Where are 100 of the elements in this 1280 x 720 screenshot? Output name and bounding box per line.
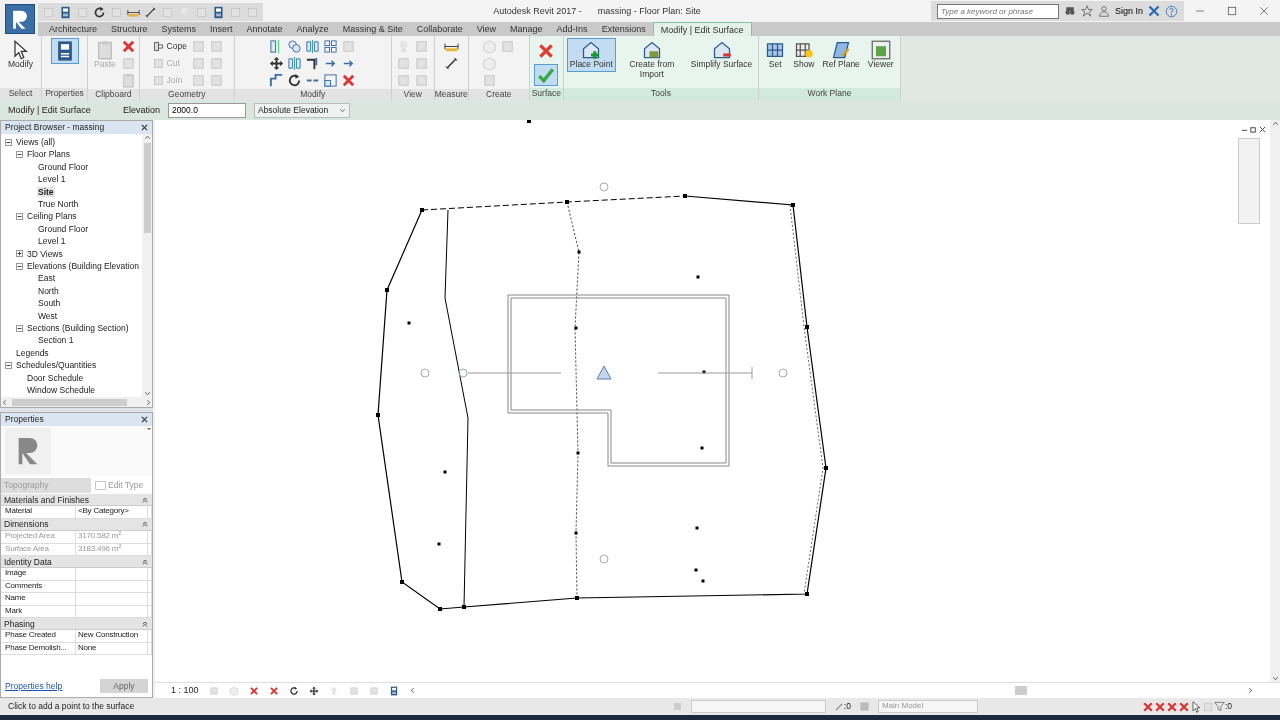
tree-item[interactable]: 3D Views xyxy=(26,248,64,259)
apply-button[interactable]: Apply xyxy=(100,679,148,693)
ribbon-tab[interactable]: View xyxy=(469,22,504,36)
workset-field[interactable] xyxy=(690,700,826,713)
ribbon-tab[interactable]: Collaborate xyxy=(409,22,470,36)
star-icon[interactable] xyxy=(1080,5,1093,17)
editable-icon[interactable] xyxy=(833,701,844,712)
selection-option-icon[interactable] xyxy=(1189,700,1202,713)
ribbon-tab[interactable]: Systems xyxy=(154,22,204,36)
tree-item[interactable]: Floor Plans xyxy=(26,149,71,160)
scroll-down-icon[interactable] xyxy=(143,390,151,397)
scroll-up-icon[interactable] xyxy=(1271,120,1279,127)
close-icon[interactable] xyxy=(141,416,148,423)
ribbon-tab[interactable]: Manage xyxy=(503,22,550,36)
tool-button[interactable]: Set xyxy=(762,38,789,72)
exchange-icon[interactable] xyxy=(1148,5,1160,17)
view-control-icon[interactable] xyxy=(308,685,319,696)
scrollbar-thumb[interactable] xyxy=(143,143,151,233)
elevation-dropdown[interactable]: Absolute Elevation xyxy=(253,102,350,118)
user-icon[interactable] xyxy=(1097,5,1110,17)
scrollbar-thumb[interactable] xyxy=(12,398,127,406)
tool-button[interactable] xyxy=(50,38,79,64)
selection-option-icon[interactable] xyxy=(1165,700,1178,713)
restore-icon[interactable] xyxy=(1250,126,1257,133)
tree-item[interactable]: Schedules/Quantities xyxy=(15,360,98,371)
tree-item[interactable]: Level 1 xyxy=(37,236,67,247)
tree-item[interactable]: Section 1 xyxy=(37,335,75,346)
scale-label[interactable]: 1 : 100 xyxy=(171,685,199,696)
collapse-toggle[interactable] xyxy=(16,262,23,270)
tree-item[interactable]: Sections (Building Section) xyxy=(26,322,130,334)
ribbon-tab[interactable]: Annotate xyxy=(239,22,290,36)
ribbon-tab[interactable]: Extensions xyxy=(594,22,653,36)
elevation-field[interactable]: 2000.0 xyxy=(167,102,246,118)
tool-button[interactable]: Show xyxy=(790,38,818,72)
ribbon-tab[interactable]: Structure xyxy=(104,22,155,36)
tree-item[interactable]: Level 1 xyxy=(37,174,67,185)
ribbon-tab[interactable]: Analyze xyxy=(289,22,336,36)
tree-item[interactable]: West xyxy=(37,310,59,321)
tree-item[interactable]: Window Schedule xyxy=(26,384,97,396)
binoculars-icon[interactable] xyxy=(1063,5,1076,17)
collapse-icon[interactable] xyxy=(142,521,148,528)
tree-item[interactable]: Site xyxy=(37,186,55,197)
filter-icon[interactable] xyxy=(1213,701,1225,712)
undo-icon[interactable] xyxy=(93,5,106,19)
scroll-left-icon[interactable] xyxy=(1,398,8,406)
selection-option-icon[interactable] xyxy=(1141,700,1154,713)
application-menu-button[interactable] xyxy=(5,4,35,34)
tool-button[interactable]: Viewer xyxy=(864,38,897,72)
scroll-down-icon[interactable] xyxy=(1271,675,1279,682)
view-control-icon[interactable] xyxy=(288,685,299,696)
help-icon[interactable] xyxy=(1165,4,1178,18)
tool-button[interactable]: Cope xyxy=(149,38,189,55)
tool-button[interactable]: Create from Import xyxy=(617,38,686,82)
collapse-icon[interactable] xyxy=(142,558,148,565)
tool-button[interactable]: Place Point xyxy=(566,38,616,72)
sign-in-button[interactable]: Sign In xyxy=(1114,1,1143,21)
property-name: Projected Area xyxy=(1,531,76,543)
scrollbar-thumb[interactable] xyxy=(1015,686,1028,695)
collapse-toggle[interactable] xyxy=(16,213,23,221)
tool-button[interactable]: Modify xyxy=(4,38,36,72)
view-control-icon[interactable] xyxy=(388,685,399,696)
tree-item[interactable]: East xyxy=(37,273,56,284)
close-icon[interactable] xyxy=(1259,126,1266,133)
collapse-icon[interactable] xyxy=(142,620,148,627)
tool-button[interactable]: Ref Plane xyxy=(819,38,863,72)
tree-item[interactable]: Elevations (Building Elevation xyxy=(26,261,140,272)
tree-item[interactable]: North xyxy=(37,285,60,296)
property-name: Image xyxy=(1,568,76,580)
scroll-up-icon[interactable] xyxy=(143,134,151,141)
ribbon-tab[interactable]: Insert xyxy=(203,22,240,36)
tree-item[interactable]: Views (all) xyxy=(15,137,57,148)
ribbon-tab[interactable]: Architecture xyxy=(42,22,105,36)
scroll-left-icon[interactable] xyxy=(408,687,416,694)
line-icon[interactable] xyxy=(144,5,157,19)
collapse-toggle[interactable] xyxy=(5,138,12,146)
help-link[interactable]: Properties help xyxy=(5,680,63,692)
tree-item[interactable]: Ground Floor xyxy=(37,223,90,234)
selection-option-icon[interactable] xyxy=(1153,700,1166,713)
tool-button[interactable]: Simplify Surface xyxy=(687,38,756,72)
collapse-icon[interactable] xyxy=(142,496,148,503)
scroll-right-icon[interactable] xyxy=(145,398,152,406)
ribbon-tab[interactable]: Massing & Site xyxy=(335,22,410,36)
tree-item[interactable]: Ceiling Plans xyxy=(26,211,78,222)
tree-item[interactable]: True North xyxy=(37,199,80,210)
selection-option-icon[interactable] xyxy=(1177,700,1190,713)
tree-item[interactable]: Legends xyxy=(15,347,50,358)
collapse-toggle[interactable] xyxy=(16,151,23,159)
tree-item[interactable]: Ground Floor xyxy=(37,161,90,173)
expand-toggle[interactable] xyxy=(16,250,23,258)
ribbon-tab[interactable]: Add-Ins xyxy=(549,22,595,36)
tree-item[interactable]: Door Schedule xyxy=(26,372,85,383)
collapse-toggle[interactable] xyxy=(16,324,23,332)
search-field[interactable]: Type a keyword or phrase xyxy=(936,3,1059,19)
tree-item[interactable]: South xyxy=(37,298,62,309)
ribbon-tab[interactable]: Modify | Edit Surface xyxy=(652,22,752,36)
property-value: 3183.496 m$^{2}$ xyxy=(76,543,148,555)
close-icon[interactable] xyxy=(141,124,148,131)
collapse-toggle[interactable] xyxy=(5,361,12,369)
property-value: New Construction xyxy=(76,630,148,642)
scroll-right-icon[interactable] xyxy=(1247,687,1254,694)
